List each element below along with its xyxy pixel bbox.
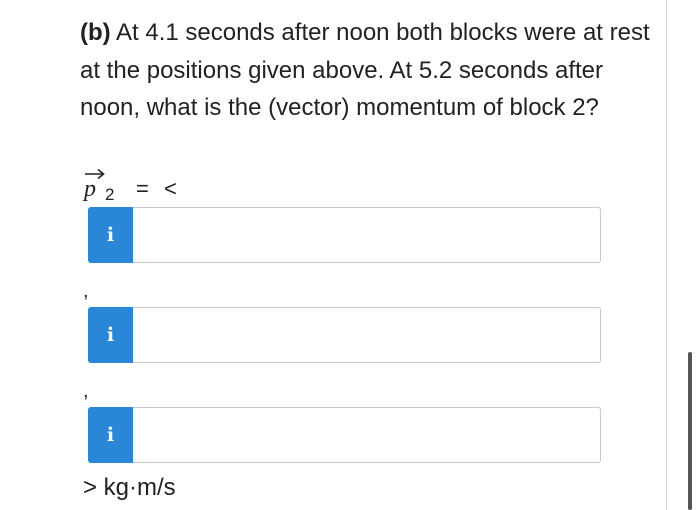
y-component-field: i (88, 307, 601, 363)
x-component-input[interactable] (134, 208, 596, 262)
panel-divider (666, 0, 667, 510)
question-page: (b) At 4.1 seconds after noon both block… (0, 0, 700, 510)
info-button[interactable]: i (88, 407, 133, 463)
equals-sign: = (136, 176, 149, 201)
component-separator: , (83, 380, 89, 402)
component-separator: , (83, 280, 89, 302)
info-button[interactable]: i (88, 307, 133, 363)
scrollbar[interactable] (688, 352, 692, 510)
info-button[interactable]: i (88, 207, 133, 263)
question-body: At 4.1 seconds after noon both blocks we… (80, 19, 650, 121)
open-angle-bracket: < (164, 176, 177, 201)
z-component-field: i (88, 407, 601, 463)
y-component-input[interactable] (134, 308, 596, 362)
z-component-input[interactable] (134, 408, 596, 462)
question-text: (b) At 4.1 seconds after noon both block… (80, 14, 655, 127)
closing-bracket-units: > kg·m/s (83, 474, 176, 501)
part-label: (b) (80, 19, 111, 46)
vector-subscript: 2 (105, 185, 115, 204)
x-component-field: i (88, 207, 601, 263)
vector-symbol: p (84, 176, 96, 202)
